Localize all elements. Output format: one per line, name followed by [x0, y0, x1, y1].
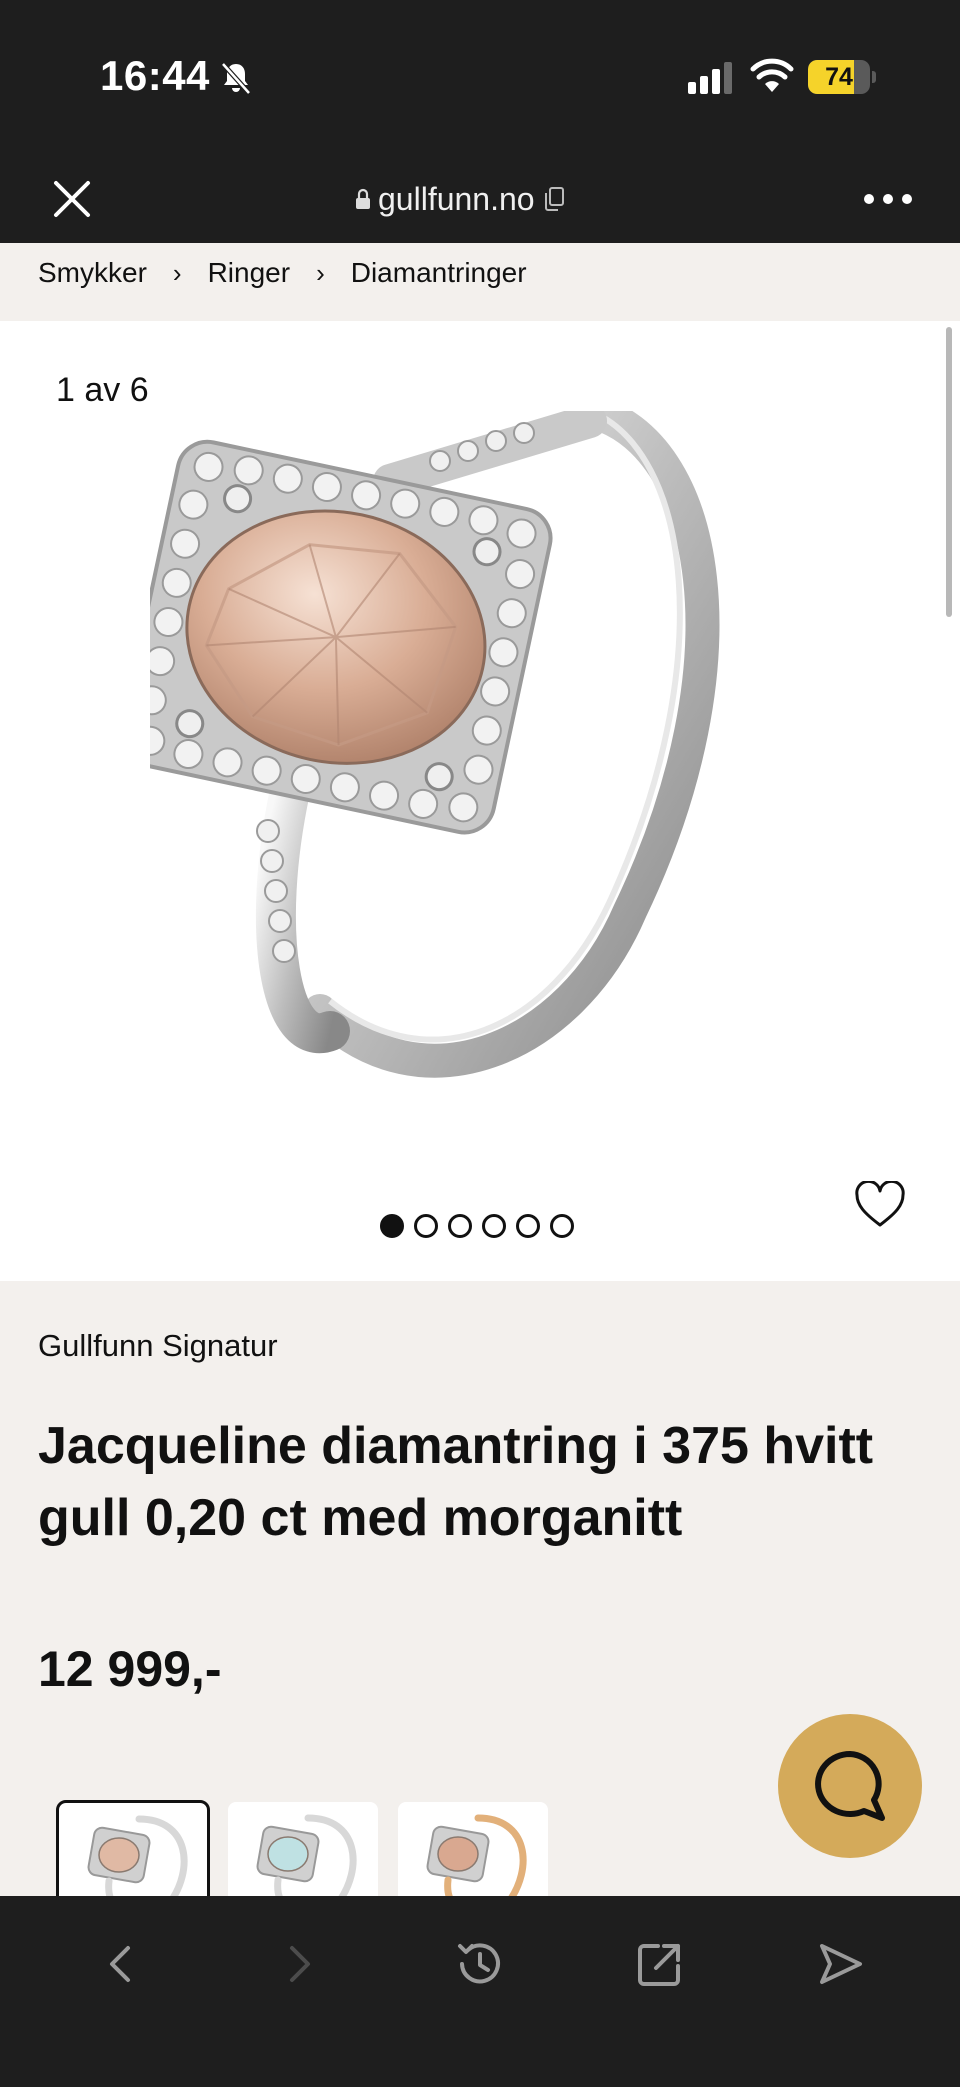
back-icon[interactable] — [92, 1936, 148, 1992]
variant-thumbnail[interactable] — [56, 1800, 210, 1900]
close-icon[interactable] — [48, 175, 96, 223]
more-options-icon[interactable] — [864, 177, 912, 221]
variant-selector — [56, 1800, 550, 1900]
breadcrumb-smykker[interactable]: Smykker — [38, 257, 147, 307]
product-price: 12 999,- — [38, 1641, 222, 1697]
pagination-dot[interactable] — [448, 1214, 472, 1238]
share-icon[interactable] — [632, 1936, 688, 1992]
wifi-icon — [750, 58, 794, 92]
history-icon[interactable] — [452, 1936, 508, 1992]
bell-off-icon — [221, 62, 251, 95]
browser-bottom-bar — [0, 1896, 960, 2087]
product-title: Jacqueline diamantring i 375 hvitt gull … — [38, 1417, 874, 1547]
status-bar: 16:44 74 — [0, 0, 960, 155]
pagination-dot[interactable] — [380, 1214, 404, 1238]
signal-icon — [688, 62, 732, 94]
chevron-right-icon: › — [172, 257, 182, 288]
breadcrumb-diamantringer[interactable]: Diamantringer — [351, 257, 527, 307]
lock-icon — [356, 188, 370, 209]
battery-percent: 74 — [825, 63, 853, 91]
product-image[interactable] — [150, 411, 790, 1191]
gallery-pagination — [380, 1214, 574, 1238]
pagination-dot[interactable] — [482, 1214, 506, 1238]
battery-indicator: 74 — [808, 60, 876, 94]
pagination-dot[interactable] — [414, 1214, 438, 1238]
chat-bubble-icon — [815, 1751, 885, 1821]
breadcrumb-ringer[interactable]: Ringer — [208, 257, 290, 307]
url-text: gullfunn.no — [378, 180, 535, 217]
url-bar[interactable]: gullfunn.no — [356, 175, 565, 223]
browser-toolbar: gullfunn.no — [0, 155, 960, 243]
pagination-dot[interactable] — [516, 1214, 540, 1238]
heart-icon[interactable] — [854, 1181, 906, 1229]
variant-thumbnail[interactable] — [396, 1800, 550, 1900]
breadcrumb: Smykker › Ringer › Diamantringer — [0, 243, 960, 321]
scrollbar[interactable] — [946, 327, 952, 617]
copy-icon[interactable] — [543, 186, 565, 212]
chat-button[interactable] — [778, 1714, 922, 1858]
product-image-gallery[interactable]: 1 av 6 — [0, 321, 960, 1281]
chevron-right-icon: › — [316, 257, 325, 288]
send-icon[interactable] — [812, 1936, 868, 1992]
forward-icon[interactable] — [272, 1936, 328, 1992]
variant-thumbnail[interactable] — [226, 1800, 380, 1900]
image-counter: 1 av 6 — [56, 371, 149, 409]
pagination-dot[interactable] — [550, 1214, 574, 1238]
product-brand[interactable]: Gullfunn Signatur — [38, 1328, 278, 1364]
status-time: 16:44 — [100, 52, 210, 99]
